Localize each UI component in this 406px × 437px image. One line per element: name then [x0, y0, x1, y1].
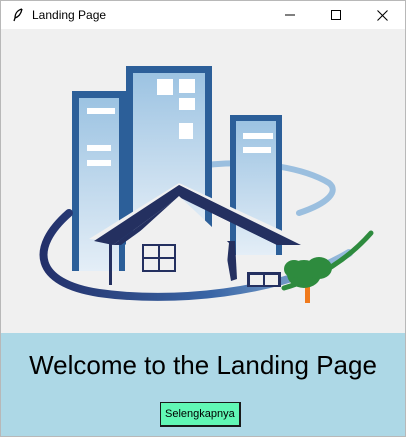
window-controls: [267, 1, 405, 29]
main-content: [1, 29, 405, 333]
minimize-icon[interactable]: [267, 1, 313, 29]
welcome-panel: Welcome to the Landing Page Selengkapnya: [1, 333, 405, 436]
app-window: Landing Page Welcome to the Landing Page…: [0, 0, 406, 437]
close-icon[interactable]: [359, 1, 405, 29]
feather-icon: [10, 7, 26, 23]
welcome-heading: Welcome to the Landing Page: [29, 350, 377, 380]
selengkapnya-button[interactable]: Selengkapnya: [160, 402, 241, 427]
building-house-logo: [39, 66, 374, 303]
maximize-icon[interactable]: [313, 1, 359, 29]
window-title: Landing Page: [32, 8, 107, 22]
title-bar[interactable]: Landing Page: [1, 1, 405, 29]
